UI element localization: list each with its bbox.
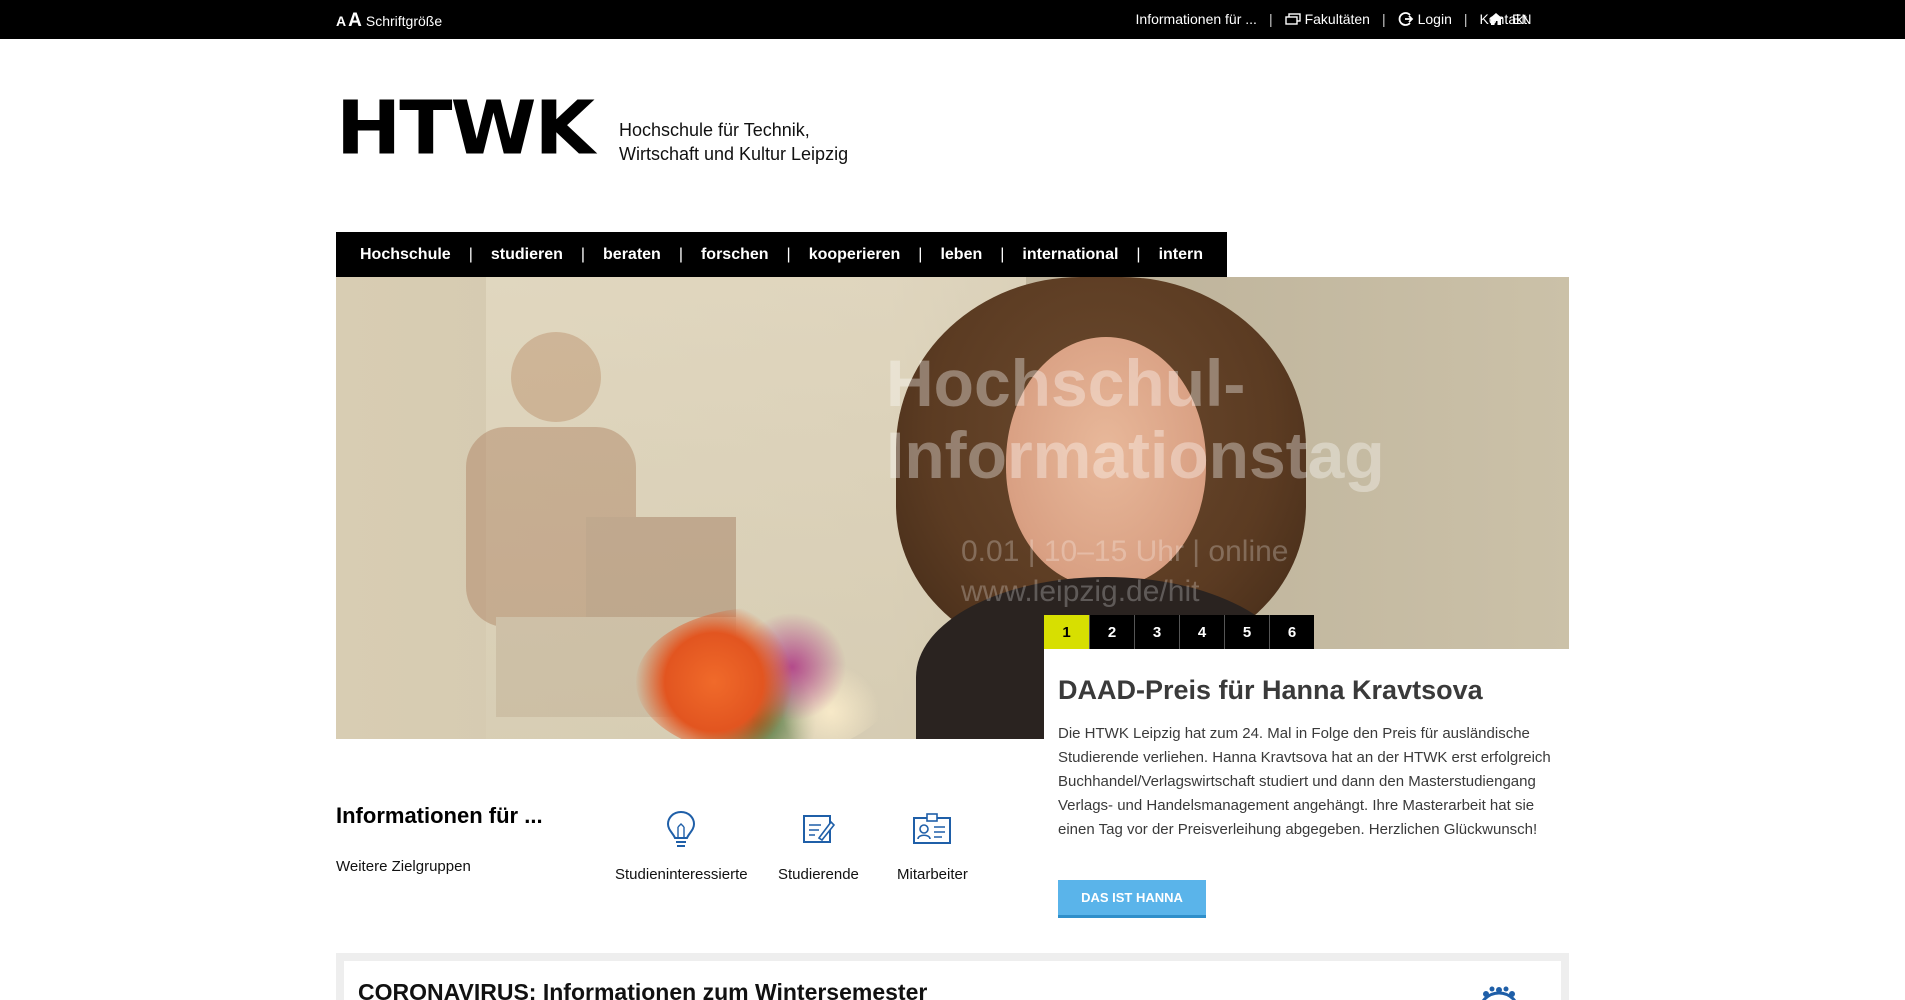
- logo[interactable]: HTWK Hochschule für Technik, Wirtschaft …: [336, 86, 848, 172]
- hero-overlay-sub-2: www.leipzig.de/hit: [961, 575, 1200, 608]
- home-language: EN: [1488, 11, 1531, 27]
- hero-overlay-line-2: Informationstag: [886, 418, 1385, 492]
- separator: |: [1268, 11, 1273, 27]
- corona-title: CORONAVIRUS: Informationen zum Wintersem…: [358, 979, 928, 1000]
- nav-item-forschen[interactable]: forschen: [701, 246, 769, 264]
- nav-item-leben[interactable]: leben: [940, 246, 982, 264]
- nav-separator: |: [918, 245, 923, 263]
- hero-overlay-line-1: Hochschul-: [886, 346, 1246, 420]
- nav-item-kooperieren[interactable]: kooperieren: [809, 246, 901, 264]
- target-prospective-students[interactable]: Studieninteressierte: [615, 808, 748, 883]
- font-size-large[interactable]: A: [348, 10, 362, 32]
- news-text: Die HTWK Leipzig hat zum 24. Mal in Folg…: [1058, 725, 1551, 838]
- font-size-control[interactable]: A A Schriftgröße: [336, 10, 442, 32]
- corona-section: CORONAVIRUS: Informationen zum Wintersem…: [336, 953, 1569, 1000]
- pager-button-2[interactable]: 2: [1089, 615, 1134, 649]
- virus-icon: [1481, 986, 1517, 1000]
- hero-overlay-heading: Hochschul- Informationstag: [886, 347, 1385, 491]
- target-students[interactable]: Studierende: [778, 808, 859, 883]
- logo-line-1: Hochschule für Technik,: [618, 120, 810, 140]
- nav-separator: |: [468, 245, 473, 263]
- nav-separator: |: [1136, 245, 1141, 263]
- font-size-small[interactable]: A: [336, 13, 346, 29]
- login-label: Login: [1417, 11, 1452, 27]
- pager-button-6[interactable]: 6: [1269, 615, 1314, 649]
- main-navigation: Hochschule | studieren | beraten | forsc…: [336, 232, 1228, 277]
- faculties-link[interactable]: Fakultäten: [1284, 11, 1370, 27]
- nav-separator: |: [580, 245, 586, 263]
- logo-subtitle: Hochschule für Technik, Wirtschaft und K…: [619, 118, 848, 166]
- target-label: Mitarbeiter: [897, 866, 968, 883]
- nav-item-hochschule[interactable]: Hochschule: [360, 246, 451, 264]
- language-switch[interactable]: EN: [1512, 11, 1531, 27]
- news-card: DAAD-Preis für Hanna Kravtsova Die HTWK …: [1044, 649, 1569, 929]
- id-card-icon: [912, 808, 952, 850]
- windows-icon: [1284, 13, 1301, 25]
- lightbulb-icon: [664, 808, 698, 850]
- hero-overlay-sub-1: 0.01 | 10–15 Uhr | online: [961, 535, 1289, 568]
- home-icon[interactable]: [1488, 12, 1504, 26]
- top-links: Informationen für ... | Fakultäten | Log…: [1136, 11, 1527, 27]
- news-more-button[interactable]: DAS IST HANNA: [1058, 880, 1206, 918]
- nav-item-studieren[interactable]: studieren: [491, 246, 563, 264]
- nav-separator: |: [1000, 245, 1005, 263]
- nav-item-international[interactable]: international: [1022, 246, 1118, 264]
- separator: |: [1381, 11, 1386, 27]
- font-size-label: Schriftgröße: [365, 13, 443, 29]
- pager-button-3[interactable]: 3: [1134, 615, 1179, 649]
- pager-button-1[interactable]: 1: [1044, 615, 1089, 649]
- corona-box[interactable]: CORONAVIRUS: Informationen zum Wintersem…: [344, 961, 1561, 1000]
- news-title: DAAD-Preis für Hanna Kravtsova: [1058, 675, 1483, 705]
- login-link[interactable]: Login: [1398, 11, 1452, 27]
- target-label: Studieninteressierte: [615, 866, 748, 883]
- faculties-label: Fakultäten: [1304, 11, 1370, 27]
- target-label: Studierende: [778, 866, 859, 883]
- more-target-groups-link[interactable]: Weitere Zielgruppen: [336, 858, 471, 875]
- nav-separator: |: [678, 245, 683, 263]
- separator: |: [1463, 11, 1468, 27]
- notepad-icon: [801, 808, 836, 850]
- info-for-link[interactable]: Informationen für ...: [1136, 11, 1257, 27]
- target-staff[interactable]: Mitarbeiter: [897, 808, 968, 883]
- top-bar: A A Schriftgröße Informationen für ... |…: [0, 0, 1905, 39]
- pager-button-5[interactable]: 5: [1224, 615, 1269, 649]
- hero-overlay-sub: 0.01 | 10–15 Uhr | online www.leipzig.de…: [961, 532, 1288, 612]
- info-for-heading: Informationen für ...: [336, 803, 543, 828]
- nav-item-intern[interactable]: intern: [1159, 246, 1203, 264]
- nav-separator: |: [786, 245, 791, 263]
- login-icon: [1398, 12, 1413, 26]
- logo-line-2: Wirtschaft und Kultur Leipzig: [618, 144, 849, 164]
- slider-pager: 1 2 3 4 5 6: [1044, 615, 1314, 649]
- nav-item-beraten[interactable]: beraten: [603, 246, 661, 264]
- pager-button-4[interactable]: 4: [1179, 615, 1224, 649]
- logo-mark: HTWK: [336, 86, 595, 172]
